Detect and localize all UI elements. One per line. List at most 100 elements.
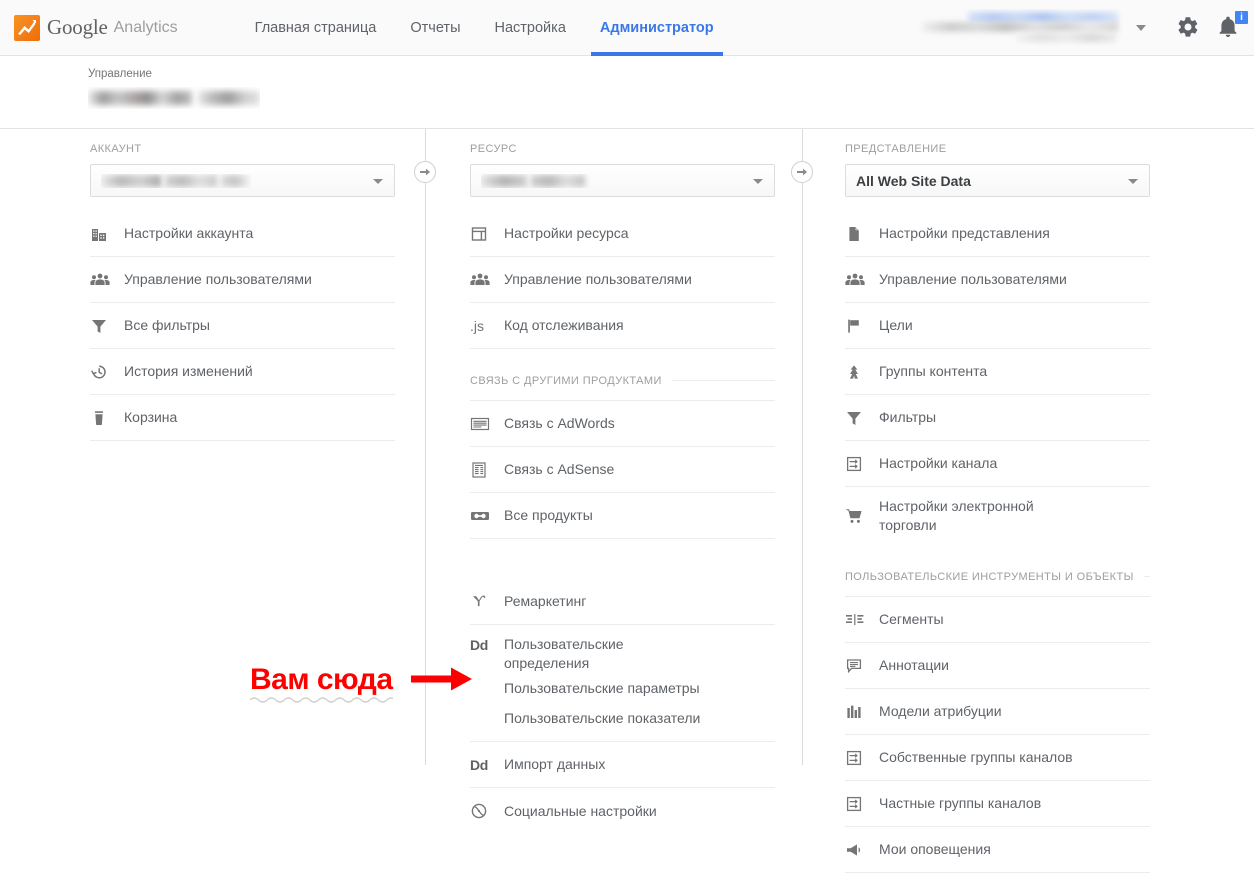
menu-item-label: Собственные группы каналов bbox=[879, 749, 1073, 765]
menu-item-channel-settings[interactable]: Настройки канала bbox=[845, 441, 1150, 487]
notifications-bell-icon[interactable]: i bbox=[1216, 11, 1248, 41]
menu-group-custom-definitions: Dd Пользовательские определения Пользова… bbox=[470, 625, 775, 742]
menu-item-view-user-management[interactable]: Управление пользователями bbox=[845, 257, 1150, 303]
logo-text-analytics: Analytics bbox=[113, 18, 178, 36]
menu-item-account-user-management[interactable]: Управление пользователями bbox=[90, 257, 395, 303]
menu-item-social-settings[interactable]: Социальные настройки bbox=[470, 788, 775, 834]
column-property: РЕСУРС Настройки ресурса Управление поль… bbox=[470, 143, 775, 873]
menu-item-account-settings[interactable]: Настройки аккаунта bbox=[90, 211, 395, 257]
account-select-chevron-down-icon bbox=[373, 179, 383, 184]
nav-item-reports[interactable]: Отчеты bbox=[393, 0, 477, 56]
menu-item-label: Настройки канала bbox=[879, 455, 998, 471]
column-account: АККАУНТ Настройки аккаунта Управление по… bbox=[90, 143, 395, 873]
notification-badge: i bbox=[1235, 11, 1248, 24]
channel-icon bbox=[845, 795, 879, 813]
nav-item-home[interactable]: Главная страница bbox=[238, 0, 394, 56]
top-bar: Google Analytics Главная страница Отчеты… bbox=[0, 0, 1254, 56]
google-analytics-logo[interactable]: Google Analytics bbox=[14, 13, 178, 43]
menu-item-attribution-models[interactable]: Модели атрибуции bbox=[845, 689, 1150, 735]
dd-icon: Dd bbox=[470, 756, 489, 773]
menu-item-label: Фильтры bbox=[879, 409, 937, 425]
logo-text-google: Google bbox=[47, 15, 108, 39]
menu-item-custom-channel-groupings[interactable]: Собственные группы каналов bbox=[845, 735, 1150, 781]
menu-item-label: Частные группы каналов bbox=[879, 795, 1042, 811]
menu-item-tracking-code[interactable]: .js Код отслеживания bbox=[470, 303, 775, 349]
menu-item-label: Социальные настройки bbox=[504, 802, 657, 819]
property-select-value-redacted bbox=[481, 174, 631, 188]
menu-item-change-history[interactable]: История изменений bbox=[90, 349, 395, 395]
menu-item-private-channel-groupings[interactable]: Частные группы каналов bbox=[845, 781, 1150, 827]
dd-icon: Dd bbox=[470, 637, 489, 653]
column-view: ПРЕДСТАВЛЕНИЕ All Web Site Data Настройк… bbox=[845, 143, 1150, 873]
menu-item-segments[interactable]: Сегменты bbox=[845, 597, 1150, 643]
menu-item-label: Все фильтры bbox=[124, 317, 210, 333]
section-personal-tools: ПОЛЬЗОВАТЕЛЬСКИЕ ИНСТРУМЕНТЫ И ОБЪЕКТЫ bbox=[845, 557, 1150, 597]
property-menu: Настройки ресурса Управление пользовател… bbox=[470, 211, 775, 834]
nav-item-admin[interactable]: Администратор bbox=[583, 0, 731, 56]
menu-item-property-user-management[interactable]: Управление пользователями bbox=[470, 257, 775, 303]
view-select[interactable]: All Web Site Data bbox=[845, 164, 1150, 197]
section-label: СВЯЗЬ С ДРУГИМИ ПРОДУКТАМИ bbox=[470, 374, 662, 387]
menu-spacer bbox=[470, 539, 775, 579]
top-bar-right: i bbox=[916, 0, 1254, 56]
connector-property-to-view bbox=[789, 129, 815, 765]
column-view-header: ПРЕДСТАВЛЕНИЕ bbox=[845, 143, 947, 155]
menu-item-trash[interactable]: Корзина bbox=[90, 395, 395, 441]
connector-arrow-right-icon[interactable] bbox=[791, 161, 813, 183]
menu-item-all-products[interactable]: Все продукты bbox=[470, 493, 775, 539]
section-rule bbox=[671, 380, 775, 381]
menu-sub-item-custom-dimensions[interactable]: Пользовательские параметры bbox=[470, 673, 775, 703]
menu-item-adsense-linking[interactable]: Связь с AdSense bbox=[470, 447, 775, 493]
menu-item-property-settings[interactable]: Настройки ресурса bbox=[470, 211, 775, 257]
menu-item-label: Настройки аккаунта bbox=[124, 225, 254, 241]
view-select-value: All Web Site Data bbox=[856, 172, 971, 189]
menu-item-label: Управление пользователями bbox=[124, 271, 312, 287]
menu-item-label: Корзина bbox=[124, 409, 178, 425]
account-menu: Настройки аккаунта Управление пользовате… bbox=[90, 211, 395, 441]
menu-item-label: Код отслеживания bbox=[504, 317, 624, 333]
menu-item-remarketing[interactable]: Ремаркетинг bbox=[470, 579, 775, 625]
nav-item-customization[interactable]: Настройка bbox=[478, 0, 583, 56]
menu-sub-item-custom-metrics[interactable]: Пользовательские показатели bbox=[470, 703, 775, 733]
menu-item-annotations[interactable]: Аннотации bbox=[845, 643, 1150, 689]
link-chain-icon bbox=[470, 508, 504, 524]
menu-item-content-grouping[interactable]: Группы контента bbox=[845, 349, 1150, 395]
breadcrumb-account-redacted bbox=[88, 87, 260, 109]
analytics-chart-icon bbox=[14, 14, 40, 41]
account-email-redacted[interactable] bbox=[916, 9, 1126, 47]
menu-item-label: История изменений bbox=[124, 363, 253, 379]
connector-account-to-property bbox=[412, 129, 438, 765]
menu-item-custom-definitions[interactable]: Dd Пользовательские определения bbox=[470, 625, 775, 673]
menu-item-filters[interactable]: Фильтры bbox=[845, 395, 1150, 441]
annotation-icon bbox=[845, 657, 879, 675]
menu-item-my-alerts[interactable]: Мои оповещения bbox=[845, 827, 1150, 873]
account-select[interactable] bbox=[90, 164, 395, 197]
page-layout-icon bbox=[470, 225, 504, 243]
menu-item-label: Модели атрибуции bbox=[879, 703, 1002, 719]
menu-item-data-import[interactable]: Dd Импорт данных bbox=[470, 742, 775, 788]
segments-icon bbox=[845, 612, 879, 628]
history-clock-icon bbox=[90, 363, 124, 381]
bar-chart-icon bbox=[845, 703, 879, 721]
property-select[interactable] bbox=[470, 164, 775, 197]
account-menu-chevron-down-icon[interactable] bbox=[1136, 25, 1146, 31]
menu-item-adwords-linking[interactable]: Связь с AdWords bbox=[470, 401, 775, 447]
connector-arrow-right-icon[interactable] bbox=[414, 161, 436, 183]
menu-item-ecommerce-settings[interactable]: Настройки электронной торговли bbox=[845, 487, 1150, 545]
channel-icon bbox=[845, 455, 879, 473]
menu-item-goals[interactable]: Цели bbox=[845, 303, 1150, 349]
view-select-chevron-down-icon bbox=[1128, 179, 1138, 184]
menu-item-all-filters[interactable]: Все фильтры bbox=[90, 303, 395, 349]
column-property-header: РЕСУРС bbox=[470, 143, 517, 155]
globe-icon bbox=[470, 802, 504, 820]
menu-item-label: Цели bbox=[879, 317, 913, 333]
menu-item-label: Импорт данных bbox=[504, 756, 606, 772]
menu-item-label: Настройки электронной торговли bbox=[879, 498, 1034, 533]
gear-icon[interactable] bbox=[1176, 15, 1202, 41]
menu-item-label: Пользовательские определения bbox=[504, 636, 624, 671]
menu-item-view-settings[interactable]: Настройки представления bbox=[845, 211, 1150, 257]
menu-item-label: Сегменты bbox=[879, 611, 944, 627]
document-icon bbox=[845, 225, 879, 243]
menu-item-label: Управление пользователями bbox=[879, 271, 1067, 287]
building-icon bbox=[90, 225, 124, 243]
